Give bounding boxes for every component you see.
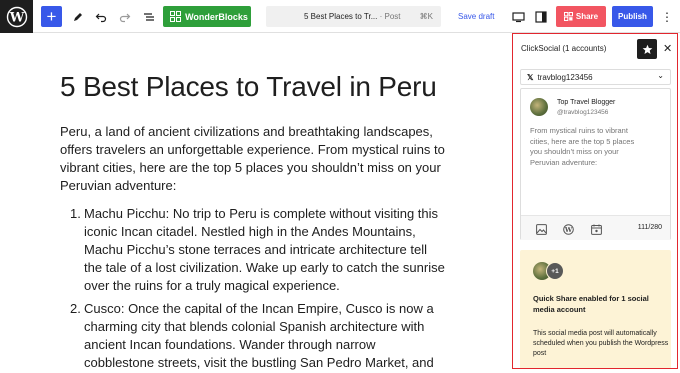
command-palette-bar[interactable]: 5 Best Places to Tr... · Post ⌘K <box>266 6 441 27</box>
redo-icon <box>119 13 131 22</box>
close-icon[interactable]: ✕ <box>663 42 672 55</box>
wordpress-icon[interactable]: W <box>0 0 33 33</box>
post-text-input[interactable]: From mystical ruins to vibrant cities, h… <box>530 126 642 168</box>
wonderblocks-icon <box>170 11 182 22</box>
post-composer[interactable]: Top Travel Blogger @travblog123456 From … <box>520 88 671 240</box>
sidebar-title: ClickSocial (1 accounts) <box>521 44 607 53</box>
schedule-icon[interactable] <box>590 223 602 235</box>
share-label: Share <box>575 12 599 21</box>
user-handle: @travblog123456 <box>557 109 609 116</box>
wonderblocks-button[interactable]: WonderBlocks <box>163 6 251 27</box>
list-item[interactable]: 2. Cusco: Once the capital of the Incan E… <box>70 300 446 372</box>
account-select[interactable]: 𝕏 travblog123456 ⌄ <box>520 69 671 85</box>
publish-button[interactable]: Publish <box>612 6 653 27</box>
pin-button[interactable] <box>637 39 657 59</box>
sidebar-icon <box>535 10 547 23</box>
shortcut-hint: ⌘K <box>419 12 433 21</box>
list-view-icon <box>144 12 154 21</box>
desktop-icon <box>511 11 525 22</box>
tools-button[interactable] <box>68 6 88 27</box>
editor-toolbar: W + WonderBlocks 5 Best Places to Tr... … <box>0 0 680 33</box>
quick-share-description: This social media post will automaticall… <box>533 330 669 357</box>
plus-icon: + <box>46 7 57 26</box>
document-overview-button[interactable] <box>139 6 159 27</box>
svg-text:W: W <box>563 226 572 234</box>
share-button[interactable]: Share <box>556 6 606 27</box>
user-name: Top Travel Blogger <box>557 99 616 106</box>
undo-button[interactable] <box>91 6 111 27</box>
options-button[interactable]: ⋮ <box>660 6 674 27</box>
character-counter: 111/280 <box>637 224 662 231</box>
extra-accounts-badge: +1 <box>546 262 564 280</box>
editor-canvas: 5 Best Places to Travel in Peru Peru, a … <box>60 33 455 373</box>
avatar <box>530 98 548 116</box>
svg-text:W: W <box>8 10 24 25</box>
list-item[interactable]: 1. Machu Picchu: No trip to Peru is compl… <box>70 205 446 295</box>
more-icon: ⋮ <box>661 9 673 24</box>
quick-share-title: Quick Share enabled for 1 social media a… <box>533 294 649 314</box>
sidebar-header: ClickSocial (1 accounts) ✕ <box>513 34 677 64</box>
clicksocial-sidebar: ClickSocial (1 accounts) ✕ 𝕏 travblog123… <box>512 33 678 369</box>
save-draft-button[interactable]: Save draft <box>458 6 494 27</box>
redo-button[interactable] <box>115 6 135 27</box>
settings-sidebar-button[interactable] <box>531 6 551 27</box>
x-logo-icon: 𝕏 <box>527 72 534 82</box>
places-list[interactable]: 1. Machu Picchu: No trip to Peru is compl… <box>70 205 446 373</box>
chevron-down-icon: ⌄ <box>657 71 664 80</box>
intro-paragraph[interactable]: Peru, a land of ancient civilizations an… <box>60 123 455 195</box>
block-inserter-button[interactable]: + <box>41 6 62 27</box>
account-name: travblog123456 <box>537 72 593 82</box>
undo-icon <box>95 13 107 22</box>
document-title: 5 Best Places to Tr... · Post <box>304 12 401 21</box>
preview-button[interactable] <box>508 6 528 27</box>
star-icon <box>642 44 652 54</box>
wonderblocks-label: WonderBlocks <box>185 11 248 22</box>
wordpress-link-icon[interactable]: W <box>562 223 574 235</box>
pen-icon <box>74 12 82 21</box>
post-title[interactable]: 5 Best Places to Travel in Peru <box>60 71 437 103</box>
image-icon[interactable] <box>535 223 547 235</box>
composer-footer: W 111/280 <box>521 215 670 240</box>
quick-share-panel: +1 Quick Share enabled for 1 social medi… <box>520 250 671 368</box>
share-icon <box>563 12 573 21</box>
